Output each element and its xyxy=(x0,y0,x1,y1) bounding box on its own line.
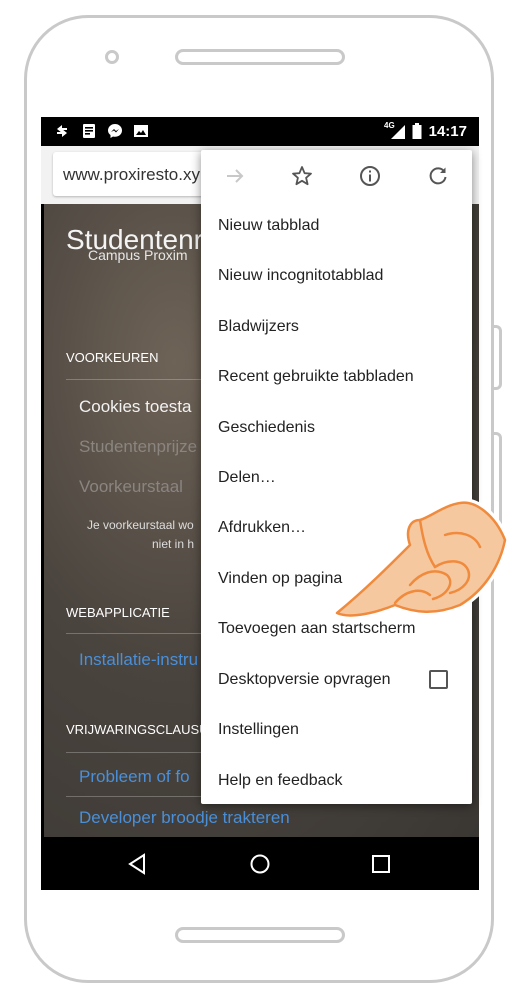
battery-icon xyxy=(412,123,422,139)
forward-icon[interactable] xyxy=(223,164,247,188)
option-student-prices[interactable]: Studentenprijze xyxy=(79,437,197,457)
link-installation[interactable]: Installatie-instru xyxy=(79,650,198,670)
menu-item-request-desktop-site[interactable]: Desktopversie opvragen xyxy=(218,671,391,689)
power-button xyxy=(494,325,502,390)
menu-toolbar xyxy=(201,150,472,202)
status-bar: 4G 14:17 xyxy=(41,117,479,146)
star-icon[interactable] xyxy=(290,164,314,188)
menu-item-recent-tabs[interactable]: Recent gebruikte tabbladen xyxy=(218,368,414,386)
menu-item-find-in-page[interactable]: Vinden op pagina xyxy=(218,570,342,588)
menu-item-bookmarks[interactable]: Bladwijzers xyxy=(218,318,299,336)
menu-item-settings[interactable]: Instellingen xyxy=(218,721,299,739)
site-subtitle: Campus Proxim xyxy=(88,247,188,263)
note-icon xyxy=(83,124,95,138)
recents-icon[interactable] xyxy=(371,854,391,874)
clock: 14:17 xyxy=(428,123,467,140)
bottom-speaker xyxy=(175,927,345,943)
menu-item-print[interactable]: Afdrukken… xyxy=(218,519,306,537)
signal-icon xyxy=(391,125,405,139)
messenger-icon xyxy=(108,124,122,138)
pointing-hand-icon xyxy=(335,498,510,620)
section-disclaimer: VRIJWARINGSCLAUSU xyxy=(66,722,209,737)
language-note-line-2: niet in h xyxy=(152,537,195,551)
section-webapp: WEBAPPLICATIE xyxy=(66,605,170,620)
browser-overflow-menu: Nieuw tabblad Nieuw incognitotabblad Bla… xyxy=(201,150,472,804)
info-icon[interactable] xyxy=(358,164,382,188)
sync-icon xyxy=(57,125,67,137)
option-cookies[interactable]: Cookies toesta xyxy=(79,397,191,417)
back-icon[interactable] xyxy=(126,853,148,875)
menu-item-history[interactable]: Geschiedenis xyxy=(218,419,315,437)
menu-item-share[interactable]: Delen… xyxy=(218,469,276,487)
link-developer[interactable]: Developer broodje trakteren xyxy=(79,808,290,828)
reload-icon[interactable] xyxy=(426,164,450,188)
menu-item-new-tab[interactable]: Nieuw tabblad xyxy=(218,217,319,235)
earpiece-speaker xyxy=(175,49,345,65)
link-problem[interactable]: Probleem of fo xyxy=(79,767,190,787)
menu-item-new-incognito-tab[interactable]: Nieuw incognitotabblad xyxy=(218,267,383,285)
section-preferences: VOORKEUREN xyxy=(66,350,159,365)
option-preferred-language[interactable]: Voorkeurstaal xyxy=(79,477,183,497)
home-icon[interactable] xyxy=(249,853,271,875)
navigation-bar xyxy=(41,837,479,890)
url-text[interactable]: www.proxiresto.xy xyxy=(63,165,200,185)
front-camera xyxy=(105,50,119,64)
image-icon xyxy=(134,125,148,137)
language-note-line-1: Je voorkeurstaal wo xyxy=(87,518,194,532)
desktop-site-checkbox[interactable] xyxy=(429,670,448,689)
menu-item-help-feedback[interactable]: Help en feedback xyxy=(218,772,343,790)
